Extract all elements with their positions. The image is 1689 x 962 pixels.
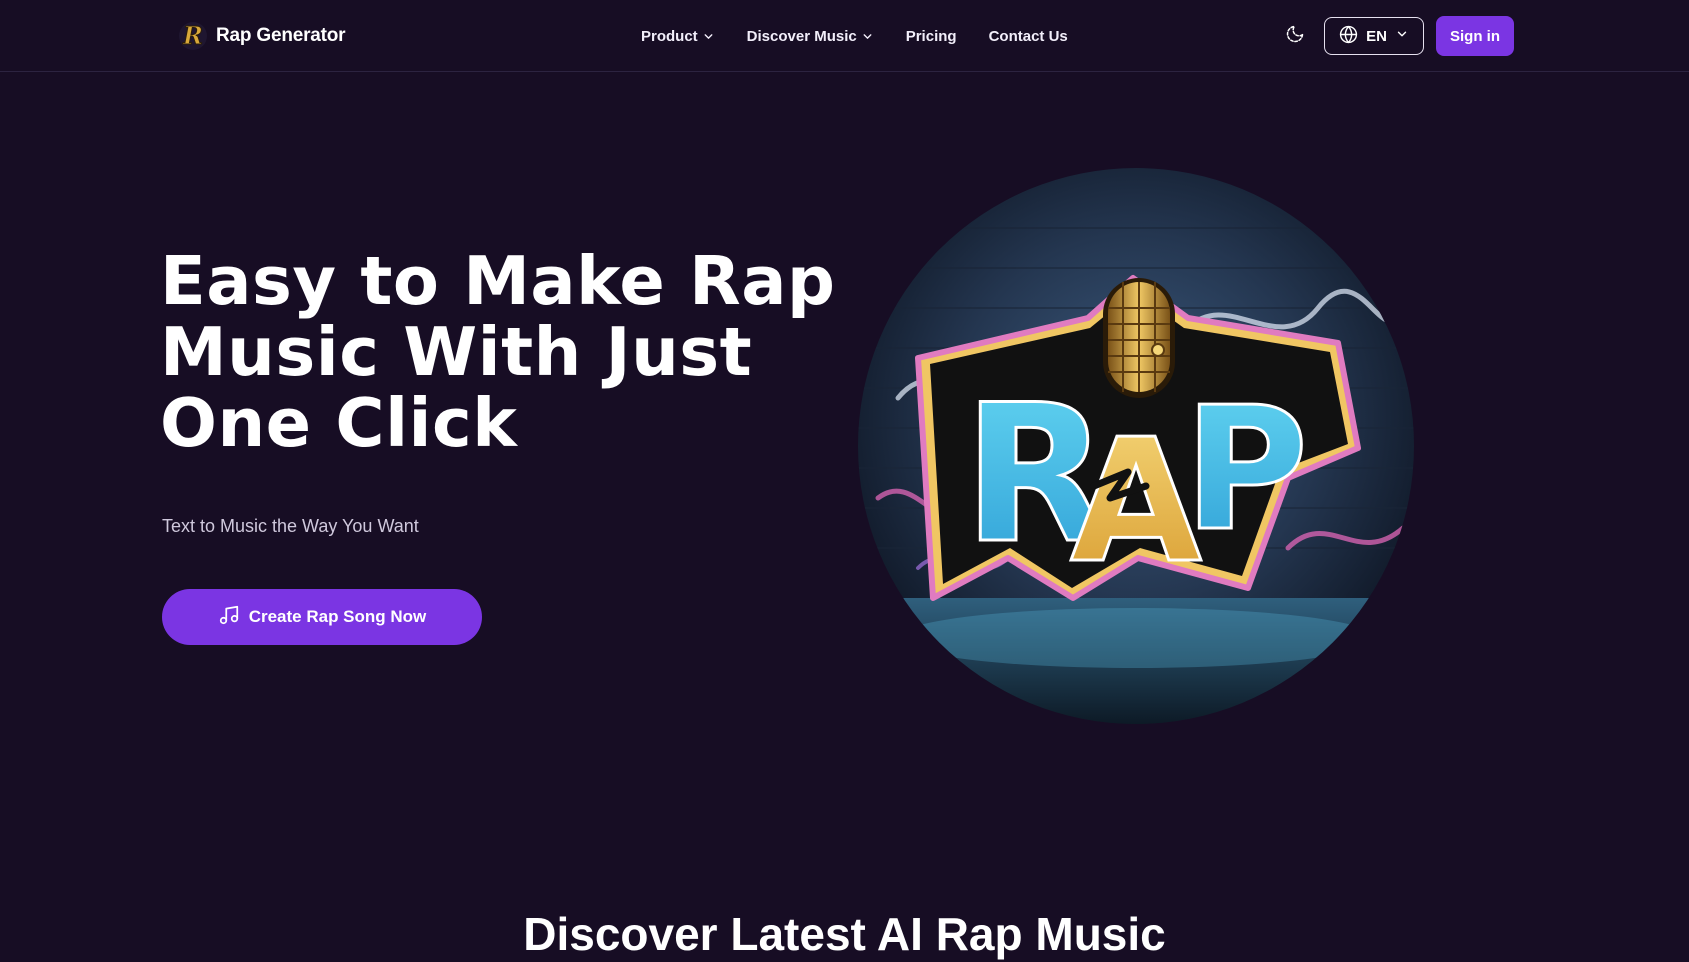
sign-in-button[interactable]: Sign in [1436, 16, 1514, 56]
site-header: R Rap Generator Product Discover Music P… [0, 0, 1689, 72]
cta-label: Create Rap Song Now [248, 607, 427, 626]
hero-subtitle: Text to Music the Way You Want [162, 516, 419, 536]
hero-title-line: One Click [160, 384, 518, 462]
globe-icon [1339, 25, 1358, 48]
nav-item-product[interactable]: Product [641, 28, 715, 45]
hero-title: Easy to Make Rap Music With Just One Cli… [160, 246, 860, 459]
language-value: EN [1366, 27, 1387, 45]
nav-item-label: Contact Us [988, 27, 1068, 45]
r-monogram-logo-icon: R [178, 21, 208, 51]
create-rap-song-button[interactable]: Create Rap Song Now [162, 589, 482, 645]
chevron-down-icon [861, 30, 874, 43]
hero-title-line: Easy to Make Rap [160, 242, 836, 320]
svg-text:P: P [1184, 371, 1309, 569]
theme-toggle-button[interactable] [1283, 24, 1307, 48]
hero-title-line: Music With Just [160, 313, 753, 391]
brand-name: Rap Generator [216, 25, 346, 46]
rap-logo-text: A [1070, 403, 1202, 601]
language-select[interactable]: EN [1324, 17, 1424, 55]
section-title: Discover Latest AI Rap Music [523, 908, 1166, 960]
brand-home-link[interactable]: R Rap Generator [178, 20, 346, 52]
nav-item-pricing[interactable]: Pricing [906, 28, 957, 45]
music-note-icon [218, 604, 240, 631]
nav-item-label: Discover Music [746, 27, 857, 45]
chevron-down-icon [1395, 27, 1409, 45]
chevron-down-icon [702, 30, 715, 43]
main-nav: Product Discover Music Pricing Contact U… [641, 24, 1068, 48]
moon-icon [1285, 24, 1305, 49]
svg-text:R: R [182, 21, 203, 50]
nav-item-label: Pricing [905, 27, 957, 45]
rap-logo-illustration: R A P [858, 168, 1414, 724]
nav-item-contact-us[interactable]: Contact Us [989, 28, 1068, 45]
nav-item-discover-music[interactable]: Discover Music [747, 28, 874, 45]
nav-item-label: Product [641, 27, 698, 45]
